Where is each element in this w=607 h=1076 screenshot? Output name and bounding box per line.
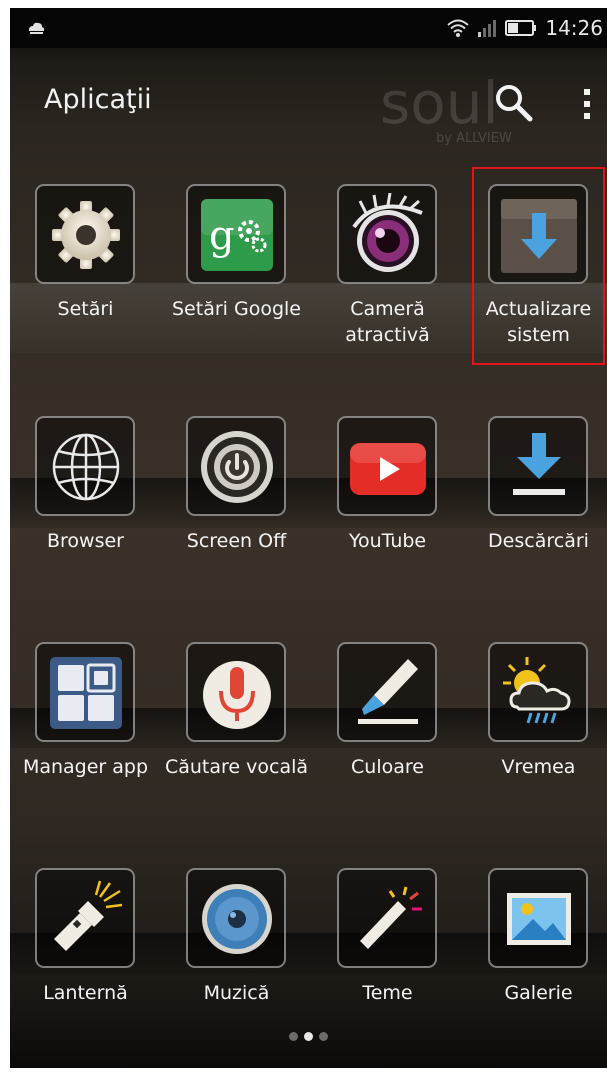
app-label: Cameră atractivă bbox=[345, 298, 430, 346]
app-descarcari[interactable]: Descărcări bbox=[463, 416, 607, 606]
app-label: Vremea bbox=[501, 756, 576, 778]
app-teme[interactable]: Teme bbox=[312, 868, 463, 1058]
icon-tile bbox=[337, 416, 437, 516]
globe-icon bbox=[52, 433, 120, 501]
icon-tile bbox=[488, 868, 588, 968]
svg-text:soul: soul bbox=[380, 69, 499, 137]
app-browser[interactable]: Browser bbox=[10, 416, 161, 606]
icon-tile bbox=[337, 642, 437, 742]
download-icon bbox=[513, 433, 565, 495]
google-settings-icon: g bbox=[201, 199, 273, 271]
page-title: Aplicaţii bbox=[44, 84, 152, 115]
app-culoare[interactable]: Culoare bbox=[312, 642, 463, 832]
icon-tile bbox=[35, 868, 135, 968]
search-icon[interactable] bbox=[492, 81, 536, 125]
app-muzica[interactable]: Muzică bbox=[161, 868, 312, 1058]
app-label: Muzică bbox=[203, 982, 270, 1004]
page-dot[interactable] bbox=[289, 1032, 298, 1041]
app-manager-app[interactable]: Manager app bbox=[10, 642, 161, 832]
app-vremea[interactable]: Vremea bbox=[463, 642, 607, 832]
page-dot-active[interactable] bbox=[304, 1032, 313, 1041]
icon-tile: g bbox=[186, 184, 286, 284]
icon-tile bbox=[35, 416, 135, 516]
icon-tile bbox=[337, 868, 437, 968]
status-bar: 14:26 bbox=[10, 8, 607, 48]
weather-icon bbox=[503, 657, 571, 724]
youtube-icon bbox=[350, 443, 426, 495]
speaker-icon bbox=[202, 884, 272, 954]
selection-highlight bbox=[472, 167, 605, 365]
app-camera-atractiva[interactable]: Cameră atractivă bbox=[312, 184, 463, 374]
app-label: Căutare vocală bbox=[164, 756, 309, 778]
battery-icon bbox=[505, 20, 537, 36]
icon-tile bbox=[35, 642, 135, 742]
app-screen-off[interactable]: Screen Off bbox=[161, 416, 312, 606]
app-manager-icon bbox=[50, 657, 122, 729]
icon-tile bbox=[337, 184, 437, 284]
app-label: Manager app bbox=[22, 756, 149, 778]
signal-icon bbox=[478, 20, 497, 37]
icon-tile bbox=[488, 642, 588, 742]
svg-text:by ALLVIEW: by ALLVIEW bbox=[436, 131, 512, 146]
microphone-icon bbox=[203, 661, 271, 729]
icon-tile bbox=[186, 642, 286, 742]
app-label: Setări bbox=[57, 298, 114, 320]
magic-wand-icon bbox=[360, 886, 422, 949]
camera-eye-icon bbox=[352, 193, 423, 272]
overflow-menu-icon[interactable] bbox=[578, 82, 596, 126]
app-label: Browser bbox=[47, 530, 124, 552]
app-label: Screen Off bbox=[186, 530, 287, 552]
svg-text:g: g bbox=[209, 213, 235, 259]
app-youtube[interactable]: YouTube bbox=[312, 416, 463, 606]
settings-gear-icon bbox=[52, 201, 120, 269]
app-label: Teme bbox=[362, 982, 413, 1004]
app-lanterna[interactable]: Lanternă bbox=[10, 868, 161, 1058]
gallery-icon bbox=[507, 893, 571, 945]
app-label: Descărcări bbox=[488, 530, 589, 552]
icon-tile bbox=[186, 868, 286, 968]
app-label: Setări Google bbox=[172, 298, 301, 320]
notification-icon bbox=[29, 22, 45, 34]
flashlight-icon bbox=[54, 880, 123, 951]
wifi-icon bbox=[447, 19, 470, 37]
phone-screen: 14:26 Aplicaţii soul by ALLVIEW Setări g… bbox=[10, 8, 607, 1068]
icon-tile bbox=[35, 184, 135, 284]
app-setari[interactable]: Setări bbox=[10, 184, 161, 374]
icon-tile bbox=[186, 416, 286, 516]
app-label: Culoare bbox=[351, 756, 424, 778]
app-label: YouTube bbox=[348, 530, 427, 552]
app-bar: Aplicaţii soul by ALLVIEW bbox=[10, 48, 607, 148]
app-label: Galerie bbox=[504, 982, 573, 1004]
power-icon bbox=[201, 431, 273, 503]
app-galerie[interactable]: Galerie bbox=[463, 868, 607, 1058]
app-setari-google[interactable]: g Setări Google bbox=[161, 184, 312, 374]
brush-icon bbox=[358, 659, 418, 724]
clock-text: 14:26 bbox=[545, 16, 603, 40]
page-indicator[interactable] bbox=[10, 1032, 607, 1052]
page-dot[interactable] bbox=[319, 1032, 328, 1041]
status-right: 14:26 bbox=[447, 8, 607, 48]
app-label: Lanternă bbox=[43, 982, 128, 1004]
icon-tile bbox=[488, 416, 588, 516]
app-cautare-vocala[interactable]: Căutare vocală bbox=[161, 642, 312, 832]
